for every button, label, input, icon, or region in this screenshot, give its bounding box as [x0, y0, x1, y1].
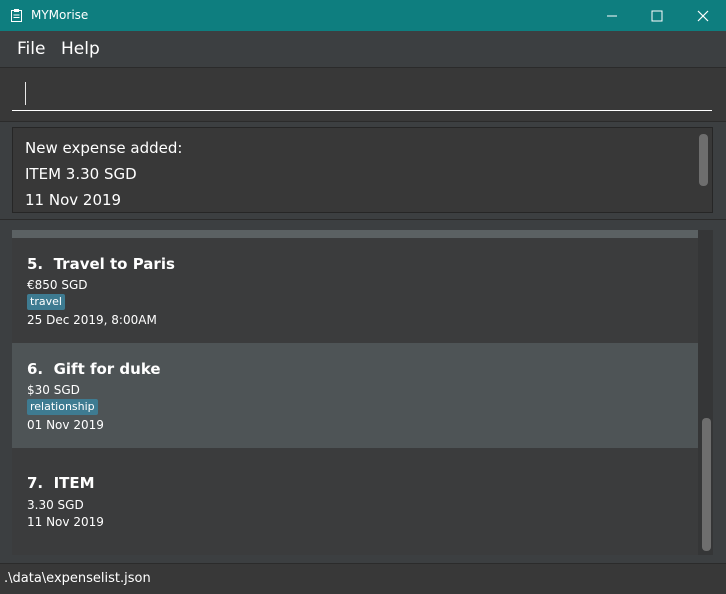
- text-caret: [25, 82, 26, 105]
- close-button[interactable]: [680, 0, 726, 31]
- expense-date: 01 Nov 2019: [27, 418, 104, 432]
- expense-tag: travel: [27, 294, 65, 310]
- expense-title: 5. Travel to Paris: [27, 255, 175, 273]
- expense-name: Gift for duke: [53, 360, 161, 378]
- menu-bar: File Help: [0, 31, 726, 67]
- expense-list[interactable]: 5. Travel to Paris €850 SGD travel 25 De…: [12, 230, 713, 555]
- minimize-button[interactable]: [589, 0, 635, 31]
- status-bar: .\data\expenselist.json: [0, 563, 726, 594]
- close-icon: [697, 10, 709, 22]
- result-scrollbar[interactable]: [699, 134, 708, 186]
- expense-index: 5.: [27, 255, 44, 273]
- expense-tag: relationship: [27, 399, 98, 415]
- expense-name: Travel to Paris: [53, 255, 175, 273]
- expense-index: 6.: [27, 360, 44, 378]
- menu-file[interactable]: File: [17, 39, 45, 59]
- expense-list-area: 5. Travel to Paris €850 SGD travel 25 De…: [0, 219, 726, 564]
- list-item[interactable]: 5. Travel to Paris €850 SGD travel 25 De…: [12, 238, 698, 343]
- minimize-icon: [607, 15, 617, 17]
- expense-title: 7. ITEM: [27, 474, 95, 492]
- result-line: ITEM 3.30 SGD: [25, 165, 137, 183]
- expense-amount: €850 SGD: [27, 278, 88, 292]
- expense-index: 7.: [27, 474, 44, 492]
- result-line: New expense added:: [25, 139, 183, 157]
- expense-name: ITEM: [53, 474, 95, 492]
- expense-date: 11 Nov 2019: [27, 515, 104, 529]
- save-location-path: .\data\expenselist.json: [4, 571, 151, 586]
- window-title: MYMorise: [31, 8, 89, 22]
- expense-amount: $30 SGD: [27, 383, 80, 397]
- expense-amount: 3.30 SGD: [27, 498, 84, 512]
- list-item-partial[interactable]: [12, 230, 698, 238]
- maximize-icon: [651, 10, 663, 22]
- clipboard-icon: [11, 9, 22, 22]
- list-item[interactable]: 6. Gift for duke $30 SGD relationship 01…: [12, 343, 698, 448]
- title-bar: MYMorise: [0, 0, 726, 31]
- expense-title: 6. Gift for duke: [27, 360, 161, 378]
- result-display-area: New expense added: ITEM 3.30 SGD 11 Nov …: [0, 121, 726, 220]
- command-input[interactable]: [12, 77, 712, 111]
- maximize-button[interactable]: [634, 0, 680, 31]
- result-line: 11 Nov 2019: [25, 191, 122, 209]
- list-item[interactable]: 7. ITEM 3.30 SGD 11 Nov 2019: [12, 448, 698, 555]
- menu-help[interactable]: Help: [61, 39, 100, 59]
- expense-date: 25 Dec 2019, 8:00AM: [27, 313, 157, 327]
- list-scrollbar[interactable]: [702, 418, 711, 551]
- result-display[interactable]: New expense added: ITEM 3.30 SGD 11 Nov …: [12, 127, 713, 213]
- command-box: [0, 67, 726, 122]
